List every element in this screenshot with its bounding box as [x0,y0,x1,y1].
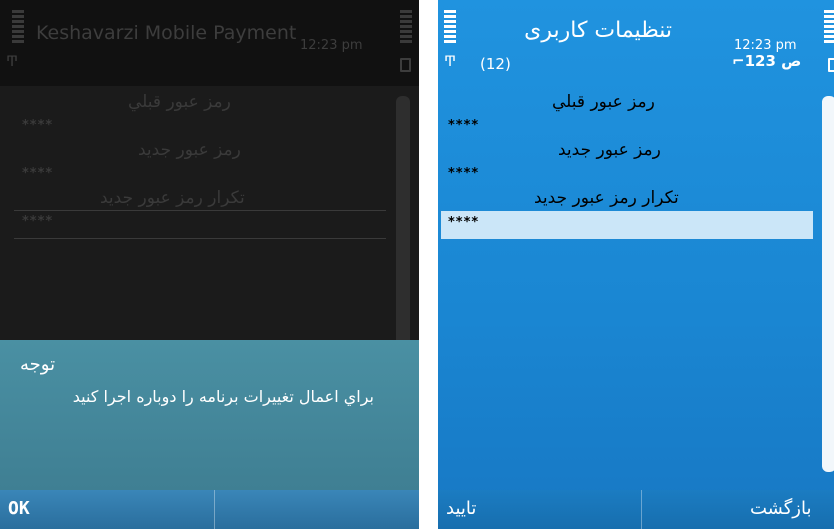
antenna-icon: Ͳ [6,54,19,70]
focused-field-highlight [441,211,813,239]
notice-dialog: توجه براي اعمال تغييرات برنامه را دوباره… [0,340,419,490]
new-password-field[interactable]: **** [22,166,53,181]
ok-softkey[interactable]: OK [8,498,30,519]
page-title: تنظیمات کاربری [524,18,672,43]
softkey-bar: تاييد بازگشت [438,490,834,529]
screen-gap [419,0,438,529]
old-password-field[interactable]: **** [22,118,53,133]
signal-strength-icon [12,10,24,45]
new-password-label: رمز عبور جديد [138,140,241,160]
status-bar: تنظیمات کاربری 12:23 pm Ͳ (12) ⌐ص 123 [438,0,834,86]
signal-strength-icon [444,10,456,45]
confirm-password-field[interactable]: **** [22,214,53,229]
left-phone-screen: Keshavarzi Mobile Payment 12:23 pm Ͳ رمز… [0,0,419,529]
softkey-divider [641,490,642,529]
old-password-field[interactable]: **** [448,118,479,133]
focused-field-highlight [14,210,386,239]
clock: 12:23 pm [300,38,363,53]
battery-level-icon [824,10,834,45]
softkey-divider [214,490,215,529]
dialog-message: براي اعمال تغييرات برنامه را دوباره اجرا… [72,387,374,406]
battery-icon [400,58,411,72]
dialog-title: توجه [20,354,56,375]
antenna-icon: Ͳ [444,54,457,70]
clock: 12:23 pm [734,38,797,53]
old-password-label: رمز عبور قبلي [128,92,231,112]
confirm-password-field[interactable]: **** [448,215,479,230]
right-phone-screen: تنظیمات کاربری 12:23 pm Ͳ (12) ⌐ص 123 رم… [438,0,834,529]
old-password-label: رمز عبور قبلي [552,92,655,112]
app-title: Keshavarzi Mobile Payment [36,22,297,44]
battery-icon [828,58,834,72]
confirm-softkey[interactable]: تاييد [446,498,476,519]
back-softkey[interactable]: بازگشت [750,498,812,519]
message-count: (12) [480,55,511,73]
scrollbar[interactable] [396,96,410,356]
softkey-bar: OK [0,490,419,529]
confirm-password-label: تكرار رمز عبور جديد [534,188,679,208]
new-password-label: رمز عبور جديد [558,140,661,160]
scrollbar[interactable] [822,96,834,472]
battery-level-icon [400,10,412,45]
input-mode-indicator: ⌐ص 123 [732,52,802,70]
status-bar: Keshavarzi Mobile Payment 12:23 pm Ͳ [0,0,419,86]
confirm-password-label: تكرار رمز عبور جديد [100,188,245,208]
new-password-field[interactable]: **** [448,166,479,181]
